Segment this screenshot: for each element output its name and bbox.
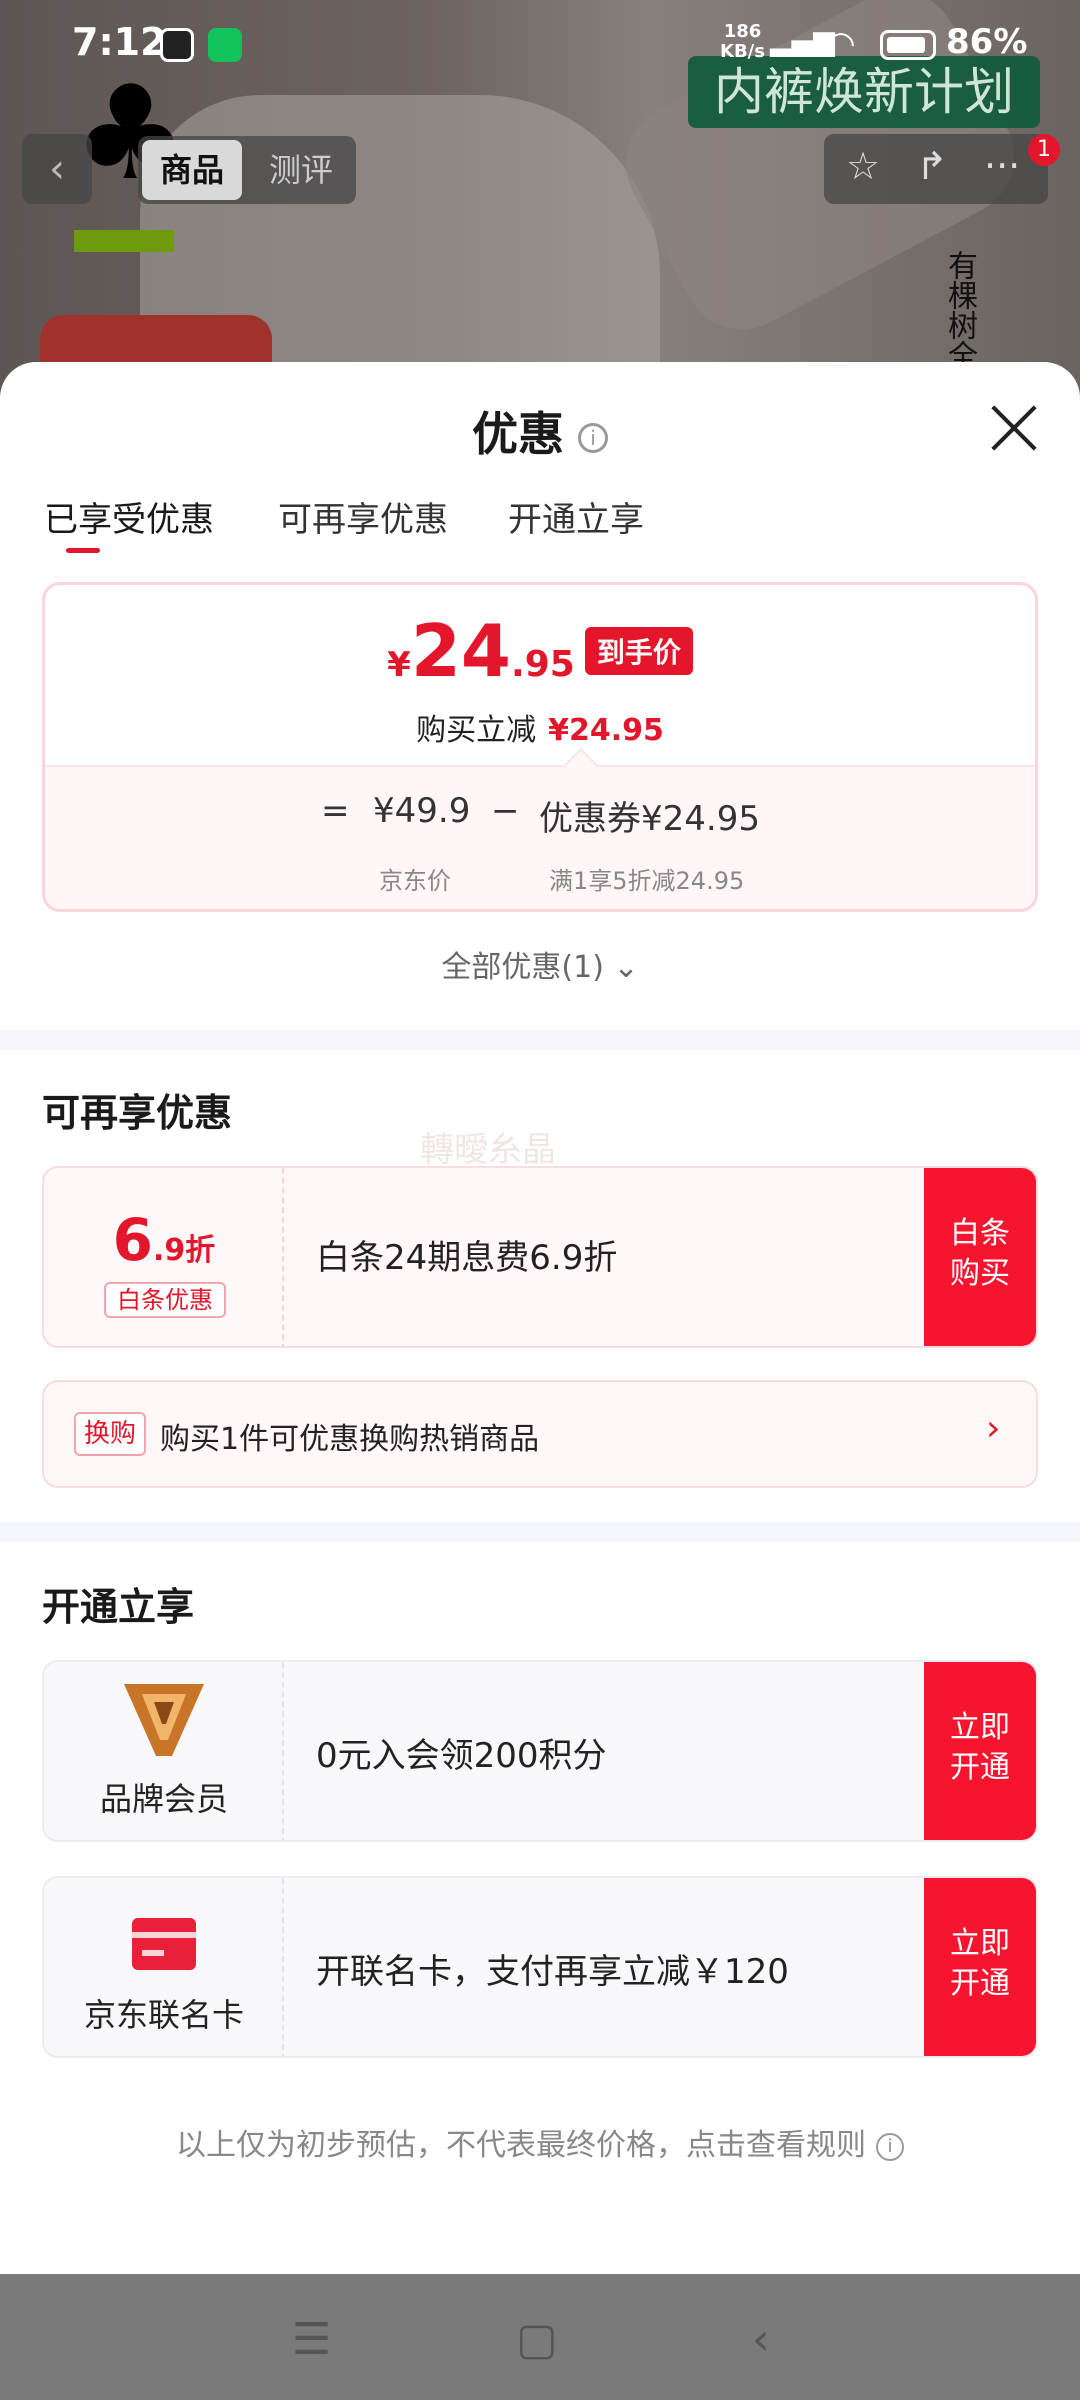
section-title-more-offers: 可再享优惠 xyxy=(42,1091,233,1135)
signal-icon: ▂▄▆ xyxy=(770,24,835,57)
equals-sign: = xyxy=(321,791,350,831)
swap-tag: 换购 xyxy=(74,1412,147,1456)
brand-v-logo-icon xyxy=(124,1684,204,1756)
final-price: ¥24.95 到手价 xyxy=(45,609,1035,693)
top-actions: ☆ ↱ ··· xyxy=(824,134,1048,204)
notification-badge: 1 xyxy=(1028,134,1060,166)
brand-member-card[interactable]: 品牌会员 0元入会领200积分 立即 开通 xyxy=(42,1660,1038,1842)
baitiao-offer-text: 白条24期息费6.9折 xyxy=(316,1238,618,1278)
tab-goods[interactable]: 商品 xyxy=(142,140,242,200)
original-price: ¥49.9 xyxy=(373,791,471,831)
footer-note[interactable]: 以上仅为初步预估，不代表最终价格，点击查看规则 i xyxy=(0,2120,1080,2164)
jd-card-text: 开联名卡，支付再享立减￥120 xyxy=(316,1952,789,1992)
favorite-star-icon[interactable]: ☆ xyxy=(846,144,880,188)
swap-offer-row[interactable]: 换购 购买1件可优惠换购热销商品 › xyxy=(42,1380,1038,1488)
home-icon[interactable]: ▢ xyxy=(516,2314,558,2365)
all-offers-toggle[interactable]: 全部优惠(1) ⌄ xyxy=(0,942,1080,986)
tab-open-enjoy[interactable]: 开通立享 xyxy=(508,492,644,541)
info-icon[interactable]: i xyxy=(578,422,608,453)
baitiao-offer-card[interactable]: 6.9折 白条优惠 白条24期息费6.9折 白条 购买 xyxy=(42,1166,1038,1348)
watermark: 轉曖糸晶 xyxy=(420,1130,556,1170)
wifi-icon: ◠ xyxy=(826,24,856,64)
battery-percent: 86% xyxy=(946,22,1028,62)
minus-sign: − xyxy=(491,791,520,831)
sheet-title: 优惠 i xyxy=(0,398,1080,464)
baitiao-discount: 6.9折 xyxy=(112,1206,216,1274)
section-divider xyxy=(0,1030,1080,1050)
info-icon: i xyxy=(876,2132,904,2161)
product-tab-bar: 商品 测评 xyxy=(138,136,356,204)
brand-member-label: 品牌会员 xyxy=(99,1780,228,1818)
jd-card-label: 京东联名卡 xyxy=(83,1996,244,2034)
final-price-tag: 到手价 xyxy=(584,627,693,675)
chevron-right-icon: › xyxy=(986,1408,1001,1449)
more-icon[interactable]: ··· xyxy=(984,144,1020,188)
green-label xyxy=(74,230,174,252)
brand-member-open-button[interactable]: 立即 开通 xyxy=(924,1662,1036,1840)
baitiao-tag: 白条优惠 xyxy=(104,1282,226,1318)
battery-icon xyxy=(880,30,936,60)
baitiao-buy-button[interactable]: 白条 购买 xyxy=(924,1168,1036,1346)
share-icon[interactable]: ↱ xyxy=(916,144,948,188)
network-speed: 186 KB/s xyxy=(720,21,765,62)
credit-card-icon xyxy=(132,1918,196,1970)
back-button[interactable]: ‹ xyxy=(22,134,92,204)
close-icon[interactable] xyxy=(990,404,1038,452)
brand-member-text: 0元入会领200积分 xyxy=(316,1736,607,1776)
price-card: ¥24.95 到手价 购买立减 ¥24.95 = ¥49.9 − 优惠券¥24.95… xyxy=(42,582,1038,912)
menu-icon[interactable]: ☰ xyxy=(292,2314,331,2365)
store-name-vertical: 有棵树全 xyxy=(942,250,977,370)
jd-card-offer[interactable]: 京东联名卡 开联名卡，支付再享立减￥120 立即 开通 xyxy=(42,1876,1038,2058)
price-breakdown: = ¥49.9 − 优惠券¥24.95 京东价 满1享5折减24.95 xyxy=(45,748,1035,909)
section-divider xyxy=(0,1522,1080,1542)
back-icon[interactable]: ‹ xyxy=(752,2314,770,2365)
offers-sheet: 优惠 i 已享受优惠 可再享优惠 开通立享 ¥24.95 到手价 购买立减 ¥24.9… xyxy=(0,362,1080,2274)
section-title-open-enjoy: 开通立享 xyxy=(42,1585,195,1629)
tab-more-offers[interactable]: 可再享优惠 xyxy=(278,492,448,541)
tab-enjoyed-offers[interactable]: 已享受优惠 xyxy=(44,492,214,541)
wechat-app-icon xyxy=(208,28,242,62)
jd-card-open-button[interactable]: 立即 开通 xyxy=(924,1878,1036,2056)
coupon-caption: 满1享5折减24.95 xyxy=(549,867,745,895)
tab-review[interactable]: 测评 xyxy=(256,140,346,200)
original-price-caption: 京东价 xyxy=(379,867,451,895)
chevron-down-icon: ⌄ xyxy=(613,950,639,985)
coupon-amount: 优惠券¥24.95 xyxy=(539,799,760,839)
active-tab-indicator xyxy=(66,548,100,553)
swap-text: 购买1件可优惠换购热销商品 xyxy=(160,1422,540,1457)
purchase-saving: 购买立减 ¥24.95 xyxy=(416,713,664,748)
system-nav-bar: ☰ ▢ ‹ xyxy=(0,2274,1080,2400)
